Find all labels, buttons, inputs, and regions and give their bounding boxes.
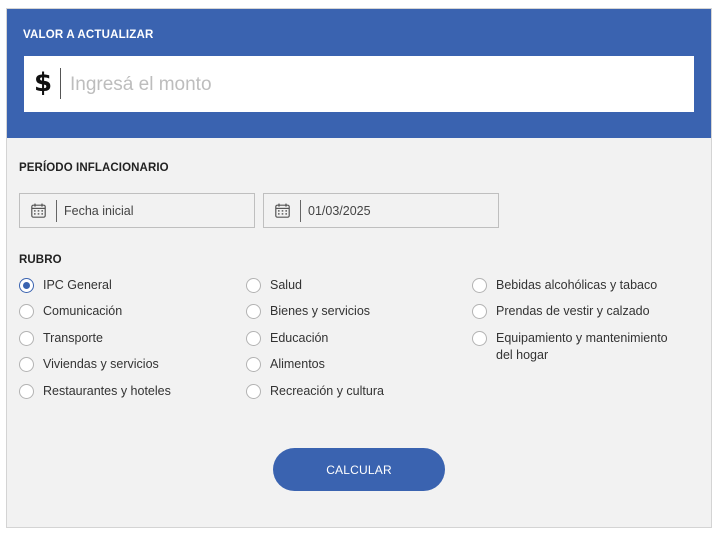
radio-label: Educación	[270, 331, 329, 345]
radio-label: Comunicación	[43, 304, 123, 318]
end-date-value: 01/03/2025	[308, 204, 371, 218]
radio-bebidas[interactable]: Bebidas alcohólicas y tabaco	[472, 277, 657, 294]
radio-circle[interactable]	[19, 278, 34, 293]
radio-label: Prendas de vestir y calzado	[496, 304, 650, 318]
amount-input[interactable]	[68, 66, 672, 104]
radio-circle[interactable]	[19, 357, 34, 372]
end-date-divider	[300, 200, 301, 222]
radio-alimentos[interactable]: Alimentos	[246, 356, 325, 373]
radio-circle[interactable]	[472, 278, 487, 293]
radio-label: Recreación y cultura	[270, 384, 384, 398]
radio-bienes[interactable]: Bienes y servicios	[246, 303, 370, 320]
calculator-card: VALOR A ACTUALIZAR $ PERÍODO INFLACIONAR…	[6, 8, 712, 528]
radio-label: Salud	[270, 278, 302, 292]
end-date-field[interactable]: 01/03/2025	[263, 193, 499, 228]
period-label: PERÍODO INFLACIONARIO	[19, 162, 169, 174]
radio-ipc-general[interactable]: IPC General	[19, 277, 112, 294]
radio-label: Equipamiento y mantenimiento del hogar	[496, 331, 668, 362]
calculate-button[interactable]: CALCULAR	[273, 448, 445, 491]
amount-divider	[60, 68, 61, 99]
start-date-placeholder: Fecha inicial	[64, 204, 134, 218]
radio-circle[interactable]	[19, 331, 34, 346]
radio-circle[interactable]	[246, 357, 261, 372]
currency-symbol: $	[34, 68, 53, 98]
radio-label: Viviendas y servicios	[43, 357, 159, 371]
radio-circle[interactable]	[246, 278, 261, 293]
rubro-label: RUBRO	[19, 254, 62, 266]
radio-salud[interactable]: Salud	[246, 277, 302, 294]
radio-equipamiento[interactable]: Equipamiento y mantenimiento del hogar	[472, 330, 676, 364]
radio-circle[interactable]	[19, 304, 34, 319]
radio-educacion[interactable]: Educación	[246, 330, 328, 347]
amount-label: VALOR A ACTUALIZAR	[23, 29, 154, 41]
calendar-icon	[31, 203, 46, 218]
start-date-divider	[56, 200, 57, 222]
radio-restaurantes[interactable]: Restaurantes y hoteles	[19, 383, 171, 400]
radio-viviendas[interactable]: Viviendas y servicios	[19, 356, 159, 373]
calendar-icon	[275, 203, 290, 218]
radio-label: Bebidas alcohólicas y tabaco	[496, 278, 658, 292]
radio-circle[interactable]	[472, 331, 487, 346]
radio-prendas[interactable]: Prendas de vestir y calzado	[472, 303, 650, 320]
radio-label: Restaurantes y hoteles	[43, 384, 171, 398]
amount-header: VALOR A ACTUALIZAR $	[7, 9, 711, 138]
radio-label: Bienes y servicios	[270, 304, 371, 318]
radio-label: Alimentos	[270, 357, 325, 371]
radio-circle[interactable]	[246, 331, 261, 346]
start-date-field[interactable]: Fecha inicial	[19, 193, 255, 228]
radio-circle[interactable]	[246, 384, 261, 399]
radio-circle[interactable]	[472, 304, 487, 319]
radio-recreacion[interactable]: Recreación y cultura	[246, 383, 384, 400]
amount-field[interactable]: $	[24, 56, 694, 112]
radio-comunicacion[interactable]: Comunicación	[19, 303, 122, 320]
radio-circle[interactable]	[19, 384, 34, 399]
radio-label: Transporte	[43, 331, 103, 345]
radio-circle[interactable]	[246, 304, 261, 319]
radio-label: IPC General	[43, 278, 112, 292]
radio-transporte[interactable]: Transporte	[19, 330, 103, 347]
